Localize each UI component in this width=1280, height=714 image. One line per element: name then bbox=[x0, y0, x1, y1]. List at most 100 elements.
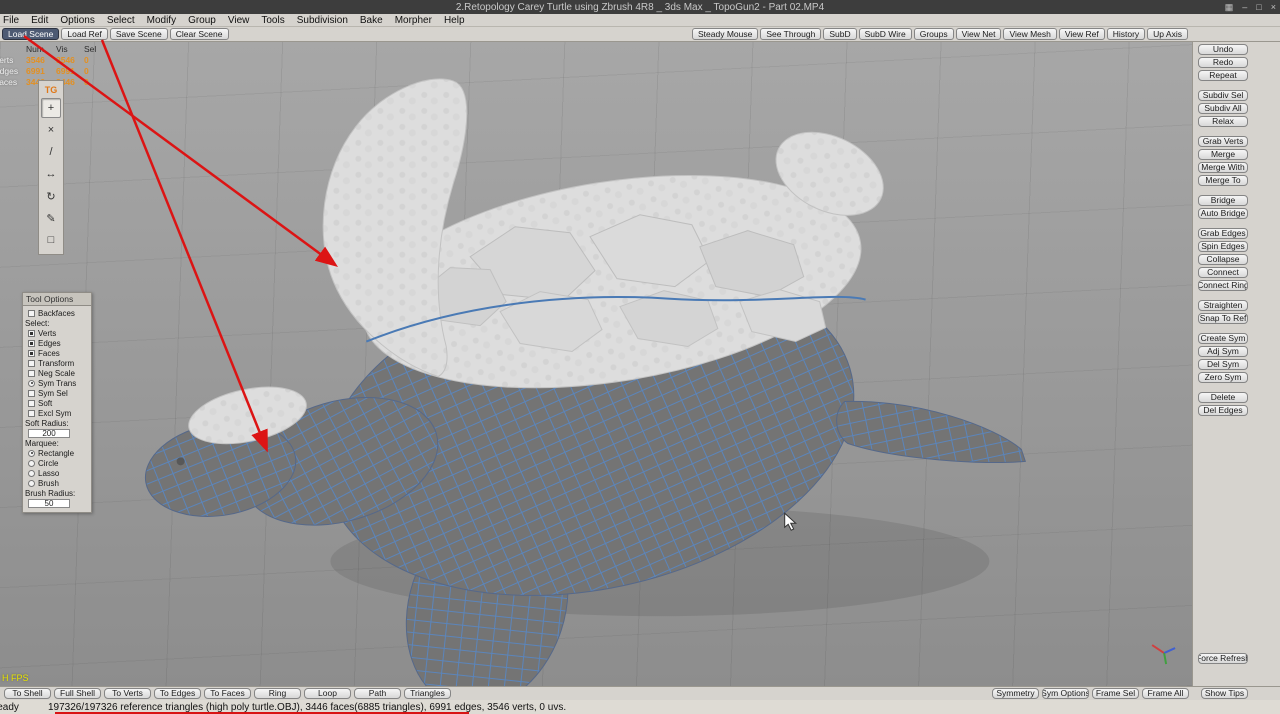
view-ref-button[interactable]: View Ref bbox=[1058, 28, 1105, 40]
merge-to-button[interactable]: Merge To bbox=[1198, 175, 1248, 186]
measure-tool-button[interactable]: ↔ bbox=[41, 164, 61, 184]
triangles-item[interactable]: Triangles bbox=[404, 688, 451, 699]
file-item[interactable]: File bbox=[0, 15, 25, 26]
radio-icon[interactable] bbox=[28, 379, 35, 387]
subd-wire-button[interactable]: SubD Wire bbox=[858, 28, 912, 40]
edges-checkbox[interactable]: Edges bbox=[23, 338, 91, 348]
marquee-section-label[interactable]: Marquee: bbox=[23, 438, 91, 448]
subdiv-all-button[interactable]: Subdiv All bbox=[1198, 103, 1248, 114]
full-shell-item[interactable]: Full Shell bbox=[54, 688, 101, 699]
checkbox-icon[interactable] bbox=[28, 349, 35, 357]
save-scene-button[interactable]: Save Scene bbox=[109, 28, 168, 40]
checkbox-icon[interactable] bbox=[28, 359, 35, 367]
delete-button[interactable]: Delete bbox=[1198, 392, 1248, 403]
create-sym-button[interactable]: Create Sym bbox=[1198, 333, 1248, 344]
subdivision-item[interactable]: Subdivision bbox=[291, 15, 354, 26]
sym-options-item[interactable]: Sym Options bbox=[1042, 688, 1089, 699]
tools-item[interactable]: Tools bbox=[255, 15, 290, 26]
minimize-icon[interactable]: – bbox=[1242, 2, 1247, 12]
soft-radius-input[interactable]: 200 bbox=[23, 428, 91, 438]
see-through-button[interactable]: See Through bbox=[760, 28, 822, 40]
marquee-rectangle-radio[interactable]: Rectangle bbox=[23, 448, 91, 458]
maximize-icon[interactable]: □ bbox=[1256, 2, 1261, 12]
auto-bridge-button[interactable]: Auto Bridge bbox=[1198, 208, 1248, 219]
options-item[interactable]: Options bbox=[54, 15, 100, 26]
straighten-button[interactable]: Straighten bbox=[1198, 300, 1248, 311]
morpher-item[interactable]: Morpher bbox=[389, 15, 438, 26]
relax-button[interactable]: Relax bbox=[1198, 116, 1248, 127]
relax-tool-button[interactable]: ↻ bbox=[41, 186, 61, 206]
knife-tool-button[interactable]: / bbox=[41, 142, 61, 162]
to-shell-item[interactable]: To Shell bbox=[4, 688, 51, 699]
redo-button[interactable]: Redo bbox=[1198, 57, 1248, 68]
layout-icon[interactable]: ▦ bbox=[1225, 2, 1234, 12]
zero-sym-button[interactable]: Zero Sym bbox=[1198, 372, 1248, 383]
symmetry-item[interactable]: Symmetry bbox=[992, 688, 1039, 699]
merge-with-button[interactable]: Merge With bbox=[1198, 162, 1248, 173]
del-sym-button[interactable]: Del Sym bbox=[1198, 359, 1248, 370]
viewport-3d[interactable]: NumVisSel Verts 3546 3546 0 Edges 699 bbox=[0, 42, 1192, 686]
tweak-tool-button[interactable]: + bbox=[41, 98, 61, 118]
sym-trans-radio[interactable]: Sym Trans bbox=[23, 378, 91, 388]
marquee-brush-radio[interactable]: Brush bbox=[23, 478, 91, 488]
backfaces-checkbox[interactable]: Backfaces bbox=[23, 308, 91, 318]
help-item[interactable]: Help bbox=[438, 15, 471, 26]
checkbox-icon[interactable] bbox=[28, 369, 35, 377]
soft-checkbox[interactable]: Soft bbox=[23, 398, 91, 408]
load-scene-button[interactable]: Load Scene bbox=[2, 28, 60, 40]
tool-option-input[interactable]: 200 bbox=[28, 428, 70, 438]
merge-button[interactable]: Merge bbox=[1198, 149, 1248, 160]
undo-button[interactable]: Undo bbox=[1198, 44, 1248, 55]
steady-mouse-button[interactable]: Steady Mouse bbox=[692, 28, 759, 40]
subdiv-sel-button[interactable]: Subdiv Sel bbox=[1198, 90, 1248, 101]
repeat-button[interactable]: Repeat bbox=[1198, 70, 1248, 81]
loop-item[interactable]: Loop bbox=[304, 688, 351, 699]
bridge-button[interactable]: Bridge bbox=[1198, 195, 1248, 206]
excl-sym-checkbox[interactable]: Excl Sym bbox=[23, 408, 91, 418]
close-icon[interactable]: × bbox=[1271, 2, 1276, 12]
connect-ring-button[interactable]: Connect Ring bbox=[1198, 280, 1248, 291]
view-net-button[interactable]: View Net bbox=[955, 28, 1002, 40]
select-section-label[interactable]: Select: bbox=[23, 318, 91, 328]
del-edges-button[interactable]: Del Edges bbox=[1198, 405, 1248, 416]
draw-tool-button[interactable]: ✎ bbox=[41, 208, 61, 228]
show-tips-button[interactable]: Show Tips bbox=[1201, 688, 1248, 699]
to-faces-item[interactable]: To Faces bbox=[204, 688, 251, 699]
tool-option-input[interactable]: 50 bbox=[28, 498, 70, 508]
brush-radius-input[interactable]: 50 bbox=[23, 498, 91, 508]
delete-tool-button[interactable]: × bbox=[41, 120, 61, 140]
group-item[interactable]: Group bbox=[182, 15, 222, 26]
frame-all-item[interactable]: Frame All bbox=[1142, 688, 1189, 699]
force-refresh-button[interactable]: Force Refresh bbox=[1198, 653, 1248, 664]
view-mesh-button[interactable]: View Mesh bbox=[1003, 28, 1057, 40]
checkbox-icon[interactable] bbox=[28, 329, 35, 337]
brush-radius-label[interactable]: Brush Radius: bbox=[23, 488, 91, 498]
spin-edges-button[interactable]: Spin Edges bbox=[1198, 241, 1248, 252]
edit-item[interactable]: Edit bbox=[25, 15, 54, 26]
radio-icon[interactable] bbox=[28, 449, 35, 457]
neg-scale-checkbox[interactable]: Neg Scale bbox=[23, 368, 91, 378]
sym-sel-checkbox[interactable]: Sym Sel bbox=[23, 388, 91, 398]
soft-radius-label[interactable]: Soft Radius: bbox=[23, 418, 91, 428]
history-button[interactable]: History bbox=[1106, 28, 1146, 40]
clear-scene-button[interactable]: Clear Scene bbox=[169, 28, 229, 40]
up-axis-button[interactable]: Up Axis bbox=[1147, 28, 1188, 40]
checkbox-icon[interactable] bbox=[28, 399, 35, 407]
checkbox-icon[interactable] bbox=[28, 339, 35, 347]
grab-edges-button[interactable]: Grab Edges bbox=[1198, 228, 1248, 239]
checkbox-icon[interactable] bbox=[28, 389, 35, 397]
adj-sym-button[interactable]: Adj Sym bbox=[1198, 346, 1248, 357]
connect-button[interactable]: Connect bbox=[1198, 267, 1248, 278]
select-item[interactable]: Select bbox=[101, 15, 141, 26]
view-item[interactable]: View bbox=[222, 15, 256, 26]
radio-icon[interactable] bbox=[28, 479, 35, 487]
ring-item[interactable]: Ring bbox=[254, 688, 301, 699]
verts-checkbox[interactable]: Verts bbox=[23, 328, 91, 338]
patch-tool-button[interactable]: □ bbox=[41, 230, 61, 250]
faces-checkbox[interactable]: Faces bbox=[23, 348, 91, 358]
subd-button[interactable]: SubD bbox=[823, 28, 857, 40]
to-verts-item[interactable]: To Verts bbox=[104, 688, 151, 699]
frame-sel-item[interactable]: Frame Sel bbox=[1092, 688, 1139, 699]
grab-verts-button[interactable]: Grab Verts bbox=[1198, 136, 1248, 147]
marquee-lasso-radio[interactable]: Lasso bbox=[23, 468, 91, 478]
